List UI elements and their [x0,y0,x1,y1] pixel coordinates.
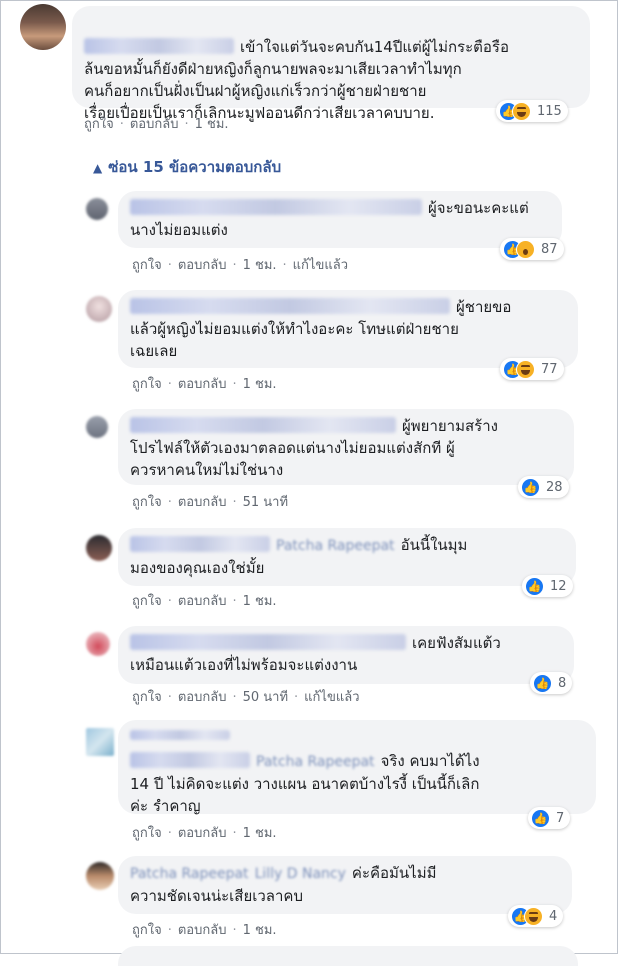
reaction-summary[interactable]: 👍 115 [496,100,568,122]
avatar[interactable] [86,416,108,438]
timestamp[interactable]: 1 ชม. [243,258,277,273]
commenter-name-2[interactable] [130,752,250,768]
avatar[interactable] [86,862,114,890]
reaction-count: 8 [558,675,567,691]
reaction-summary[interactable]: 👍 12 [522,575,573,597]
haha-reaction-icon [516,359,535,379]
commenter-name[interactable] [130,298,450,314]
avatar[interactable] [86,728,114,756]
like-link[interactable]: ถูกใจ [132,594,162,609]
mention-name[interactable]: Patcha Rapeepat [276,538,395,554]
comment-bubble: ผู้พยายามสร้าง โปรไฟล์ให้ตัวเองมาตลอดแต่… [118,409,574,485]
reaction-summary[interactable]: 👍 28 [518,476,569,498]
commenter-name[interactable] [130,634,406,650]
mention-name[interactable]: Patcha Rapeepat [130,866,249,882]
like-reaction-icon: 👍 [521,477,540,497]
avatar[interactable] [86,198,108,220]
avatar[interactable] [86,535,112,561]
haha-reaction-icon [512,101,531,121]
reaction-count: 4 [549,908,558,924]
timestamp[interactable]: 1 ชม. [195,117,229,132]
like-link[interactable]: ถูกใจ [132,258,162,273]
comment-actions: ถูกใจ · ตอบกลับ · 1 ชม. · แก้ไขแล้ว [132,258,348,273]
reaction-summary[interactable]: 👍 7 [528,807,571,829]
commenter-name[interactable] [130,199,422,215]
comment-actions: ถูกใจ · ตอบกลับ · 1 ชม. [132,826,277,841]
edited-label[interactable]: แก้ไขแล้ว [304,690,359,705]
reply-link[interactable]: ตอบกลับ [178,826,227,841]
comment-actions: ถูกใจ · ตอบกลับ · 50 นาที · แก้ไขแล้ว [132,690,360,705]
like-reaction-icon: 👍 [531,808,550,828]
comment-bubble-partial [118,946,578,966]
timestamp[interactable]: 50 นาที [243,690,288,705]
haha-reaction-icon [524,906,543,926]
reaction-summary[interactable]: 👍 87 [500,238,564,260]
avatar[interactable] [86,296,112,322]
comment-bubble: ผู้ชายขอ แล้วผู้หญิงไม่ยอมแต่งให้ทำไงอะค… [118,290,578,368]
reaction-summary[interactable]: 👍 77 [500,358,564,380]
like-link[interactable]: ถูกใจ [84,117,114,132]
like-link[interactable]: ถูกใจ [132,377,162,392]
comment-actions: ถูกใจ · ตอบกลับ · 1 ชม. [132,923,277,938]
reply-link[interactable]: ตอบกลับ [130,117,179,132]
reply-link[interactable]: ตอบกลับ [178,923,227,938]
reply-link[interactable]: ตอบกลับ [178,495,227,510]
timestamp[interactable]: 1 ชม. [243,594,277,609]
reaction-count: 115 [537,103,562,119]
reaction-count: 87 [541,241,558,257]
reply-link[interactable]: ตอบกลับ [178,690,227,705]
timestamp[interactable]: 51 นาที [243,495,288,510]
chevron-up-icon: ▲ [93,161,103,175]
commenter-name[interactable] [130,536,270,552]
avatar[interactable] [20,4,66,50]
comment-bubble: ผู้จะขอนะคะแต่ นางไม่ยอมแต่ง [118,191,562,248]
hide-replies-link[interactable]: ▲ ซ่อน 15 ข้อความตอบกลับ [93,155,281,179]
comment-actions: ถูกใจ · ตอบกลับ · 1 ชม. [132,377,277,392]
timestamp[interactable]: 1 ชม. [243,923,277,938]
comment-bubble: เคยฟังสัมแต้ว เหมือนแต้วเองที่ไม่พร้อมจะ… [118,626,574,684]
comment-actions: ถูกใจ · ตอบกลับ · 1 ชม. [84,117,229,132]
comment-actions: ถูกใจ · ตอบกลับ · 51 นาที [132,495,289,510]
reply-link[interactable]: ตอบกลับ [178,594,227,609]
reaction-count: 12 [550,578,567,594]
mention-name[interactable]: Patcha Rapeepat [256,754,375,770]
avatar[interactable] [86,632,110,656]
reaction-count: 7 [556,810,565,826]
like-link[interactable]: ถูกใจ [132,690,162,705]
reaction-summary[interactable]: 👍 8 [530,672,573,694]
reaction-count: 77 [541,361,558,377]
comment-actions: ถูกใจ · ตอบกลับ · 1 ชม. [132,594,277,609]
commenter-name[interactable] [130,417,396,433]
timestamp[interactable]: 1 ชม. [243,826,277,841]
wow-reaction-icon [516,239,535,259]
commenter-name[interactable] [84,38,234,54]
commenter-name[interactable] [130,730,230,740]
mention-name-2[interactable]: Lilly D Nancy [255,866,346,882]
like-reaction-icon: 👍 [525,576,544,596]
like-link[interactable]: ถูกใจ [132,923,162,938]
like-link[interactable]: ถูกใจ [132,495,162,510]
comment-bubble: เข้าใจแต่วันจะคบกัน14ปีแต่ผู้ไม่กระตือรื… [72,6,590,122]
timestamp[interactable]: 1 ชม. [243,377,277,392]
like-link[interactable]: ถูกใจ [132,826,162,841]
comment-bubble: Patcha Rapeepat อันนี้ในมุม มองของคุณเองใ… [118,528,576,586]
reaction-summary[interactable]: 👍 4 [508,905,564,927]
edited-label[interactable]: แก้ไขแล้ว [293,258,348,273]
reply-link[interactable]: ตอบกลับ [178,377,227,392]
reaction-count: 28 [546,479,563,495]
reply-link[interactable]: ตอบกลับ [178,258,227,273]
comment-bubble: Patcha Rapeepat จริง คบมาได้ไง 14 ปี ไม่ค… [118,720,596,815]
comment-bubble: Patcha Rapeepat Lilly D Nancy ค่ะคือมันไม่… [118,856,572,914]
like-reaction-icon: 👍 [533,673,552,693]
